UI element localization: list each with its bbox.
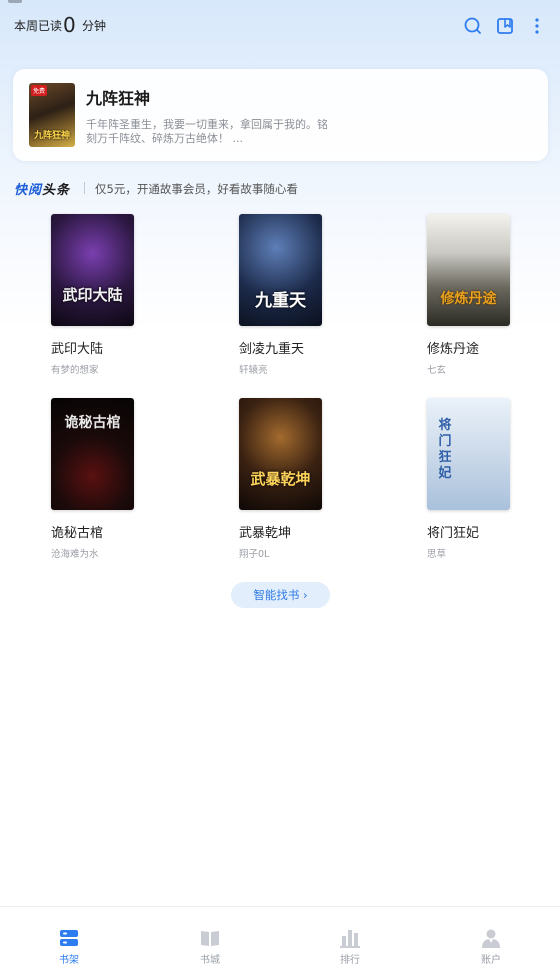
book-item[interactable]: 将门狂妃 将门狂妃 思草 [427, 398, 547, 568]
smart-find-book-button[interactable]: 智能找书 › [231, 582, 330, 608]
weekly-read-minutes: 0 [63, 13, 76, 37]
banner-book-cover: 免费 九阵狂神 [29, 83, 75, 147]
recommended-book-banner[interactable]: 免费 九阵狂神 九阵狂神 千年阵圣重生，我要一切重来，拿回属于我的。铭刻万千阵纹… [13, 69, 548, 161]
tab-account[interactable]: 账户 [461, 927, 521, 966]
book-title: 武印大陆 [51, 342, 104, 357]
book-title: 诡秘古棺 [51, 526, 104, 541]
account-person-icon [461, 927, 521, 949]
book-cover: 武印大陆 [51, 214, 134, 326]
promo-strip[interactable]: 快阅头条 仅5元，开通故事会员，好看故事随心看 [0, 176, 560, 200]
book-title: 修炼丹途 [427, 342, 480, 357]
banner-cover-title: 九阵狂神 [33, 131, 70, 141]
tab-bookstore[interactable]: 书城 [180, 927, 240, 966]
book-item[interactable]: 修炼丹途 修炼丹途 七玄 [427, 214, 547, 384]
bottom-tab-bar: 书架 书城 排行 账户 [0, 906, 560, 980]
book-title: 武暴乾坤 [239, 526, 292, 541]
bookmark-book-icon[interactable] [495, 16, 515, 36]
tab-label: 排行 [340, 955, 360, 966]
promo-text: 仅5元，开通故事会员，好看故事随心看 [95, 182, 298, 196]
book-item[interactable]: 九重天 剑凌九重天 轩辕亮 [239, 214, 359, 384]
bookshelf-icon [39, 927, 99, 949]
book-title: 将门狂妃 [427, 526, 480, 541]
book-item[interactable]: 武暴乾坤 武暴乾坤 翔子0L [239, 398, 359, 568]
header-bar: 本周已读 0 分钟 [0, 0, 560, 52]
kuaiyue-headline-logo: 快阅头条 [14, 183, 71, 198]
book-cover: 修炼丹途 [427, 214, 510, 326]
book-title: 剑凌九重天 [239, 342, 305, 357]
book-cover: 将门狂妃 [427, 398, 510, 510]
book-cover: 九重天 [239, 214, 322, 326]
book-author: 翔子0L [239, 549, 270, 560]
book-cover: 诡秘古棺 [51, 398, 134, 510]
book-author: 沧海难为水 [51, 549, 99, 560]
book-author: 七玄 [427, 365, 447, 376]
weekly-read-unit: 分钟 [82, 19, 107, 33]
book-author: 思草 [427, 549, 447, 560]
banner-book-title: 九阵狂神 [86, 89, 151, 108]
promo-divider [84, 182, 85, 194]
tab-label: 书架 [59, 955, 79, 966]
book-author: 轩辕亮 [239, 365, 268, 376]
tab-ranking[interactable]: 排行 [320, 927, 380, 966]
book-item[interactable]: 诡秘古棺 诡秘古棺 沧海难为水 [51, 398, 171, 568]
ranking-bars-icon [320, 927, 380, 949]
book-author: 有梦的想家 [51, 365, 99, 376]
banner-book-description: 千年阵圣重生，我要一切重来，拿回属于我的。铭刻万千阵纹、碎炼万古绝体！ ... [86, 118, 328, 145]
open-book-icon [180, 927, 240, 949]
tab-label: 账户 [481, 955, 501, 966]
more-vertical-icon[interactable] [527, 16, 547, 36]
book-cover: 武暴乾坤 [239, 398, 322, 510]
free-tag: 免费 [31, 85, 48, 96]
book-item[interactable]: 武印大陆 武印大陆 有梦的想家 [51, 214, 171, 384]
tab-label: 书城 [200, 955, 220, 966]
weekly-read-label: 本周已读 [14, 19, 63, 33]
search-icon[interactable] [463, 16, 483, 36]
tab-bookshelf[interactable]: 书架 [39, 927, 99, 966]
